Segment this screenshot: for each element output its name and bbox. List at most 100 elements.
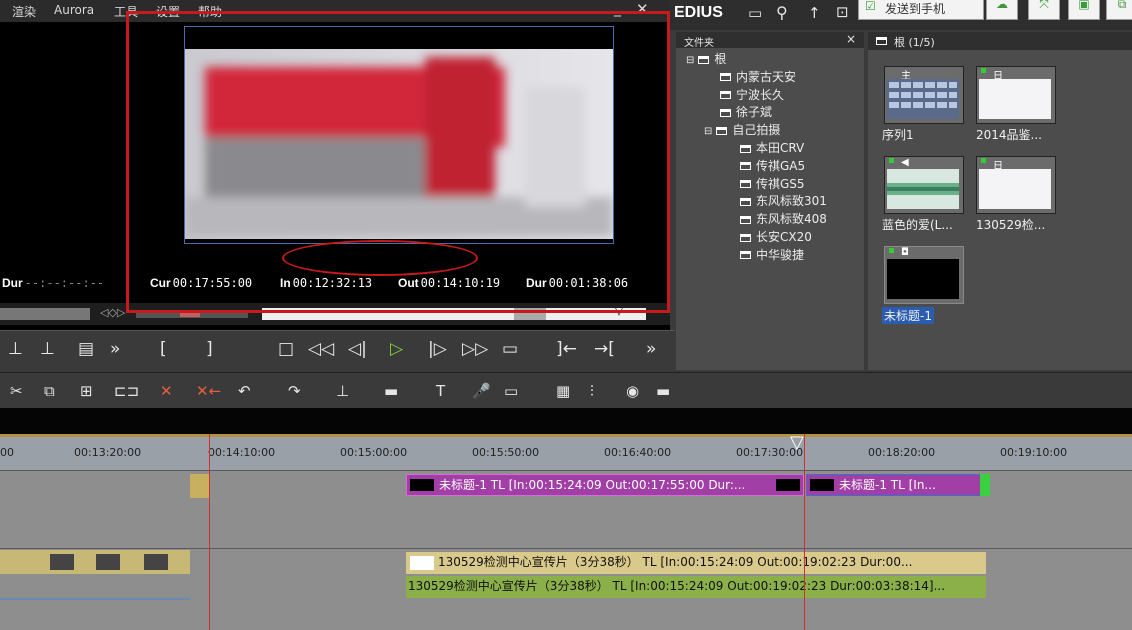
online-indicator <box>981 158 986 163</box>
paste-icon[interactable]: ⊞ <box>80 382 93 400</box>
video-clip[interactable]: 未标题-1 TL [In:00:15:24:09 Out:00:17:55:00… <box>406 474 804 496</box>
playhead-line[interactable] <box>804 434 805 630</box>
step-forward-icon[interactable]: |▷ <box>428 339 447 359</box>
grid-icon[interactable]: ▦ <box>556 382 570 400</box>
menu-aurora[interactable]: Aurora <box>54 3 94 17</box>
ruler-label: 00:13:20:00 <box>74 446 142 459</box>
render-icon[interactable]: ▭ <box>504 382 518 400</box>
microphone-icon[interactable]: 🎤 <box>472 382 491 400</box>
title-icon[interactable]: T <box>436 382 445 400</box>
ruler-label: 00:19:10:00 <box>1000 446 1068 459</box>
more-icon[interactable]: » <box>110 339 120 359</box>
mixer-icon[interactable]: ⫶ <box>590 382 594 400</box>
clip-blue-love[interactable]: ◀ <box>884 156 964 214</box>
folder-icon <box>876 37 887 45</box>
set-out-icon[interactable]: ⊥ <box>40 339 55 359</box>
clip-icon[interactable]: ▤ <box>78 339 94 359</box>
cloud-icon[interactable]: ☁ <box>986 0 1018 20</box>
audio-clip[interactable]: 130529检测中心宣传片（3分38秒） TL [In:00:15:24:09 … <box>406 576 986 598</box>
tree-item[interactable]: 本田CRV <box>724 139 804 156</box>
folder-icon <box>740 251 751 260</box>
tree-item-label: 中华骏捷 <box>756 247 805 262</box>
tree-item[interactable]: 长安CX20 <box>724 228 812 245</box>
marker-icon[interactable]: ▬ <box>384 382 398 400</box>
phone-icon: ☑ <box>865 0 876 13</box>
tree-item[interactable]: 传祺GS5 <box>724 175 805 192</box>
expand-toggle-icon[interactable]: ⊟ <box>686 55 694 66</box>
tree-item[interactable]: 中华骏捷 <box>724 246 804 263</box>
step-back-icon[interactable]: ◁| <box>348 339 367 359</box>
tree-item-label: 本田CRV <box>756 141 805 155</box>
folder-icon <box>698 55 710 64</box>
video-clip-with-audio[interactable]: 130529检测中心宣传片（3分38秒） TL [In:00:15:24:09 … <box>406 552 986 574</box>
folder-icon <box>740 144 751 153</box>
tree-item[interactable]: 徐子斌 <box>704 103 772 120</box>
cut-icon[interactable]: ✂ <box>10 382 23 400</box>
expand-toggle-icon[interactable]: ⊟ <box>704 126 712 137</box>
set-in-icon[interactable]: ⊥ <box>8 339 23 359</box>
up-icon[interactable]: ↑ <box>808 4 821 22</box>
folder-icon <box>740 162 751 171</box>
volume-slider[interactable] <box>0 308 90 320</box>
audio-badge-icon: ◀ <box>901 157 909 168</box>
import-icon[interactable]: ⊡ <box>836 3 849 21</box>
ruler-label: 00 <box>0 446 14 459</box>
undo-icon[interactable]: ↶ <box>238 382 251 400</box>
save-icon[interactable]: ▣ <box>1068 0 1100 20</box>
timeline-tracks: 未标题-1 TL [In:00:15:24:09 Out:00:17:55:00… <box>0 470 1132 630</box>
stop-icon[interactable]: □ <box>278 339 294 359</box>
tree-item[interactable]: 东风标致408 <box>724 210 827 227</box>
loop-icon[interactable]: ▭ <box>502 339 518 359</box>
delete-icon[interactable]: ✕ <box>160 382 173 400</box>
menu-render[interactable]: 渲染 <box>12 3 36 20</box>
tree-item[interactable]: ⊟ 自己拍摄 <box>704 121 780 138</box>
insert-icon[interactable]: ⊏⊐ <box>114 382 139 400</box>
fast-forward-icon[interactable]: ▷▷ <box>462 339 488 359</box>
clip-label: 序列1 <box>882 128 914 142</box>
tree-item-label: 传祺GS5 <box>756 176 805 191</box>
folder-icon[interactable]: ▭ <box>748 4 762 22</box>
more-transport-icon[interactable]: » <box>646 339 656 359</box>
audio-clip-left[interactable] <box>0 550 190 574</box>
mark-out-icon[interactable]: ] <box>206 339 213 359</box>
play-icon[interactable]: ▷ <box>390 339 403 359</box>
split-icon[interactable]: ⊥ <box>336 382 349 400</box>
audio-icon[interactable]: ◁◇▷ <box>100 306 125 319</box>
playhead-handle[interactable]: ▽ <box>790 432 804 453</box>
color-icon[interactable]: ◉ <box>626 382 639 400</box>
tree-item[interactable]: 传祺GA5 <box>724 157 805 174</box>
volume-rubberband[interactable] <box>0 598 190 600</box>
go-out-icon[interactable]: →[ <box>594 339 615 359</box>
layout-icon[interactable]: ▬ <box>656 382 670 400</box>
transition-marker[interactable] <box>190 474 210 498</box>
time-ruler[interactable]: 00 00:13:20:00 00:14:10:00 00:15:00:00 0… <box>0 432 1132 470</box>
clip-130529[interactable]: 日 <box>976 156 1056 214</box>
tree-item[interactable]: 内蒙古天安 <box>704 68 796 85</box>
folder-icon <box>716 126 728 135</box>
tree-item[interactable]: 宁波长久 <box>704 86 784 103</box>
tree-item[interactable]: 东风标致301 <box>724 192 827 209</box>
send-to-phone-button[interactable]: ☑ 发送到手机 <box>858 0 984 20</box>
tree-item-label: 传祺GA5 <box>756 158 806 173</box>
timeline-toolbar: ✂ ⧉ ⊞ ⊏⊐ ✕ ✕← ↶ ↷ ⊥ ▬ T 🎤 ▭ ▦ ⫶ ◉ ▬ <box>0 372 1132 409</box>
edius-toolbar: EDIUS ▭ ⚲ ↑ ⊡ ☑ 发送到手机 ☁ ⤧ ▣ ⧉ <box>670 0 1132 30</box>
ripple-delete-icon[interactable]: ✕← <box>196 382 221 400</box>
folder-icon <box>740 215 751 224</box>
export-icon[interactable]: ⧉ <box>1106 0 1132 20</box>
tree-item[interactable]: ⊟ 根 <box>686 50 726 67</box>
tree-item-label: 长安CX20 <box>756 230 812 244</box>
redo-icon[interactable]: ↷ <box>288 382 301 400</box>
in-point-line <box>209 434 210 630</box>
share-icon[interactable]: ⤧ <box>1028 0 1060 20</box>
copy-icon[interactable]: ⧉ <box>44 382 55 400</box>
mark-in-icon[interactable]: [ <box>160 339 167 359</box>
close-icon[interactable]: × <box>846 32 856 46</box>
clip-2014[interactable]: 日 <box>976 66 1056 124</box>
search-icon[interactable]: ⚲ <box>776 3 788 22</box>
clip-sequence1[interactable]: 主 <box>884 66 964 124</box>
go-in-icon[interactable]: ]← <box>556 339 577 359</box>
bin-panel-header: 根 (1/5) <box>868 32 1132 50</box>
rewind-icon[interactable]: ◁◁ <box>308 339 334 359</box>
tree-item-label: 宁波长久 <box>736 87 785 102</box>
clip-untitled1[interactable]: ◘ <box>884 246 964 304</box>
